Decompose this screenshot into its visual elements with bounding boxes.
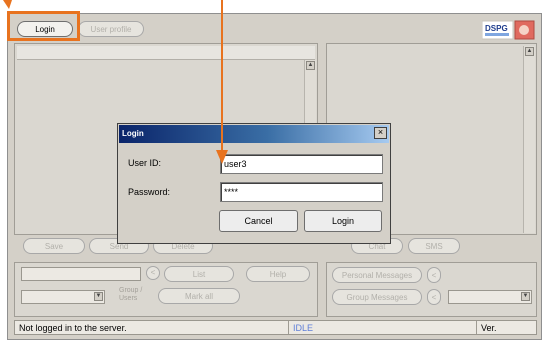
group-users-label: Group / Users xyxy=(119,287,143,302)
user-profile-button[interactable]: User profile xyxy=(78,21,144,37)
cancel-button[interactable]: Cancel xyxy=(219,210,298,232)
user-id-input[interactable]: user3 xyxy=(220,154,383,174)
message-list-header xyxy=(17,46,315,60)
dialog-pointer-arrow-icon xyxy=(216,0,228,164)
personal-messages-button[interactable]: Personal Messages xyxy=(332,267,422,283)
dialog-login-button[interactable]: Login xyxy=(304,210,382,232)
status-extra: Ver. xyxy=(481,323,497,333)
lower-right-group: Personal Messages < Group Messages < ▼ xyxy=(326,262,537,317)
message-filter-select[interactable] xyxy=(448,290,532,304)
user-id-label: User ID: xyxy=(128,158,162,168)
sms-button[interactable]: SMS xyxy=(408,238,460,254)
status-bar: Not logged in to the server. IDLE Ver. xyxy=(14,320,537,335)
login-dialog-title: Login xyxy=(119,125,389,143)
group-dropdown-icon[interactable]: ▼ xyxy=(94,292,103,301)
scroll-up-icon[interactable]: ▲ xyxy=(306,61,315,70)
logo-text: DSPG xyxy=(485,24,508,33)
dspg-logo: DSPG xyxy=(481,19,536,41)
recipient-input[interactable] xyxy=(21,267,141,281)
lower-left-group: < List Help ▼ Group / Users Mark all xyxy=(14,262,318,317)
list-button[interactable]: List xyxy=(164,266,234,282)
group-messages-button[interactable]: Group Messages xyxy=(332,289,422,305)
password-label: Password: xyxy=(128,187,171,197)
detail-scroll-up-icon[interactable]: ▲ xyxy=(525,47,534,56)
close-icon[interactable]: × xyxy=(374,127,387,139)
logo-graphic: DSPG xyxy=(481,20,535,40)
group-select[interactable] xyxy=(21,290,105,304)
password-input[interactable]: **** xyxy=(220,182,383,202)
mark-all-button[interactable]: Mark all xyxy=(158,288,240,304)
save-button[interactable]: Save xyxy=(23,238,85,254)
login-dialog: Login × User ID: user3 Password: **** Ca… xyxy=(117,123,391,244)
group-stepper-button[interactable]: < xyxy=(427,289,441,305)
detail-scrollbar[interactable]: ▲ xyxy=(523,46,535,233)
left-stepper-button[interactable]: < xyxy=(146,266,160,280)
status-state: IDLE xyxy=(289,321,477,334)
pointer-arrow-icon xyxy=(3,0,12,9)
help-button[interactable]: Help xyxy=(246,266,310,282)
filter-dropdown-icon[interactable]: ▼ xyxy=(521,292,530,301)
personal-stepper-button[interactable]: < xyxy=(427,267,441,283)
status-message: Not logged in to the server. xyxy=(15,321,289,334)
